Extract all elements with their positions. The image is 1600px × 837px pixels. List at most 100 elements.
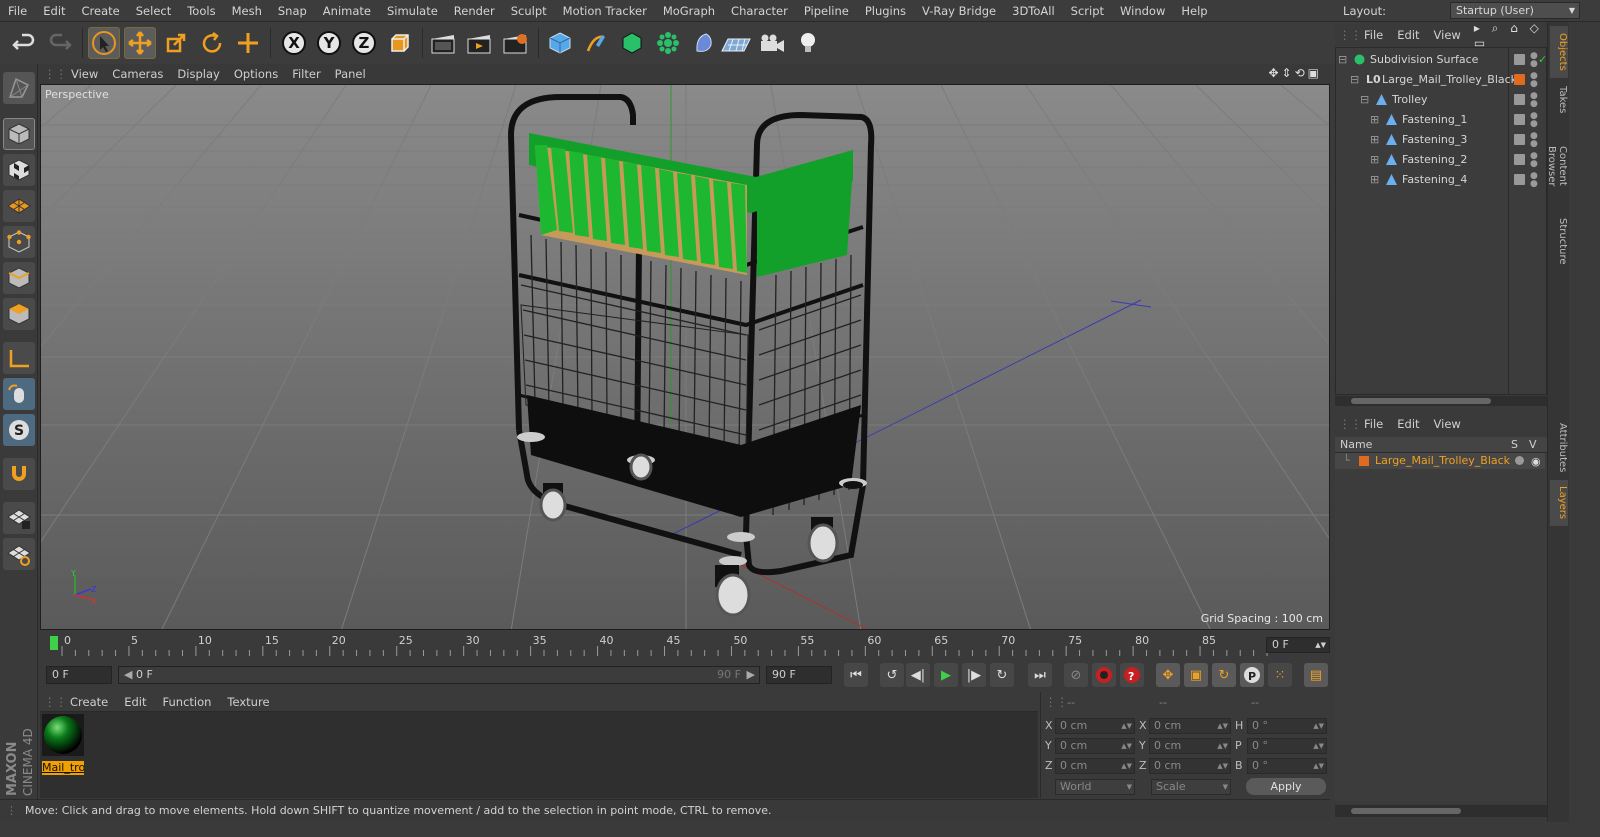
visibility-tag[interactable]: [1514, 94, 1525, 105]
model-mode-button[interactable]: [3, 118, 35, 150]
tweak-mode-button[interactable]: [3, 378, 35, 410]
menu-file[interactable]: File: [0, 0, 35, 22]
menu-mesh[interactable]: Mesh: [224, 0, 270, 22]
material-menu-texture[interactable]: Texture: [219, 695, 277, 709]
menu-simulate[interactable]: Simulate: [379, 0, 446, 22]
render-dots[interactable]: ● ●: [1530, 72, 1538, 89]
tab-structure[interactable]: Structure: [1550, 212, 1568, 270]
tree-expander[interactable]: ⊞: [1370, 130, 1379, 150]
redo-button[interactable]: [44, 27, 76, 59]
planar-workplane-button[interactable]: [3, 538, 35, 570]
next-key-button[interactable]: ↻: [990, 663, 1014, 687]
eye-icon[interactable]: ◉: [1531, 454, 1541, 470]
floor-button[interactable]: [720, 27, 752, 59]
play-button[interactable]: ▶: [934, 663, 958, 687]
visibility-tag[interactable]: [1514, 134, 1525, 145]
lock-y-axis-button[interactable]: Y: [313, 27, 345, 59]
make-editable-button[interactable]: [3, 72, 35, 104]
visibility-tag[interactable]: [1514, 174, 1525, 185]
size-x-field[interactable]: 0 cm ▲▼: [1149, 718, 1231, 734]
rot-p-field[interactable]: 0 ° ▲▼: [1247, 738, 1327, 754]
layer-menu-edit[interactable]: Edit: [1390, 417, 1426, 431]
lock-x-axis-button[interactable]: X: [278, 27, 310, 59]
viewport-menu-filter[interactable]: Filter: [285, 64, 327, 84]
menu-pipeline[interactable]: Pipeline: [796, 0, 857, 22]
key-parameter-button[interactable]: P: [1240, 663, 1264, 687]
object-menu-view[interactable]: View: [1427, 28, 1468, 42]
menu-plugins[interactable]: Plugins: [857, 0, 914, 22]
layer-col-visible[interactable]: V: [1529, 437, 1537, 453]
material-menu-create[interactable]: Create: [62, 695, 116, 709]
edges-mode-button[interactable]: [3, 262, 35, 294]
deformer-button[interactable]: [688, 27, 720, 59]
viewport-menu-panel[interactable]: Panel: [328, 64, 373, 84]
previous-frame-button[interactable]: ◀|: [906, 663, 930, 687]
next-frame-button[interactable]: |▶: [962, 663, 986, 687]
timeline-ruler[interactable]: 051015202530354045505560657075808590: [50, 632, 1270, 658]
points-mode-button[interactable]: [3, 226, 35, 258]
render-settings-button[interactable]: [500, 27, 532, 59]
menu-animate[interactable]: Animate: [315, 0, 379, 22]
render-dots[interactable]: ● ●: [1530, 132, 1538, 149]
tree-expander[interactable]: ⊟: [1338, 50, 1347, 70]
texture-mode-button[interactable]: [3, 154, 35, 186]
render-picture-viewer-button[interactable]: [464, 27, 496, 59]
pos-y-field[interactable]: 0 cm ▲▼: [1055, 738, 1135, 754]
viewport-menu-cameras[interactable]: Cameras: [105, 64, 170, 84]
key-scale-button[interactable]: ▣: [1184, 663, 1208, 687]
material-swatch[interactable]: Mail_tro: [42, 714, 84, 775]
light-button[interactable]: [792, 27, 824, 59]
move-tool-button[interactable]: [124, 27, 156, 59]
subdivision-button[interactable]: [616, 27, 648, 59]
layer-horizontal-scrollbar[interactable]: [1335, 805, 1547, 817]
check-icon[interactable]: ✓: [1538, 50, 1547, 70]
layer-color-tag[interactable]: [1514, 74, 1525, 85]
layer-row[interactable]: └ Large_Mail_Trolley_Black ◉: [1335, 453, 1545, 469]
3d-viewport[interactable]: Perspective Y Z X Grid Spacing : 100 cm: [40, 84, 1330, 630]
object-menu-edit[interactable]: Edit: [1390, 28, 1426, 42]
material-menu-edit[interactable]: Edit: [116, 695, 154, 709]
autokeying-button[interactable]: ?: [1120, 663, 1144, 687]
go-to-end-button[interactable]: ⏭: [1028, 663, 1052, 687]
viewport-nav-icons[interactable]: ✥⇕⟲▣: [1268, 66, 1322, 80]
record-active-objects-button[interactable]: [1092, 663, 1116, 687]
size-y-field[interactable]: 0 cm ▲▼: [1149, 738, 1231, 754]
layer-menu-view[interactable]: View: [1427, 417, 1468, 431]
tree-row-fastening-2[interactable]: ⊞ Fastening_2 ● ●: [1336, 150, 1546, 170]
magnet-button[interactable]: [3, 458, 35, 490]
camera-button[interactable]: [756, 27, 788, 59]
rotate-tool-button[interactable]: [196, 27, 228, 59]
scale-tool-button[interactable]: [160, 27, 192, 59]
render-dots[interactable]: ● ●: [1530, 152, 1538, 169]
visibility-tag[interactable]: [1514, 154, 1525, 165]
tree-expander[interactable]: ⊟: [1360, 90, 1369, 110]
tree-row-trolley[interactable]: ⊟ Trolley ● ●: [1336, 90, 1546, 110]
tree-expander[interactable]: ⊞: [1370, 150, 1379, 170]
material-menu-function[interactable]: Function: [155, 695, 220, 709]
record-disabled-button[interactable]: ⊘: [1064, 663, 1088, 687]
tree-row-subdivision-surface[interactable]: ⊟ Subdivision Surface ● ● ✓: [1336, 50, 1547, 70]
key-rotation-button[interactable]: ↻: [1212, 663, 1236, 687]
tab-content-browser[interactable]: Content Browser: [1546, 122, 1568, 210]
menu-create[interactable]: Create: [74, 0, 128, 22]
menu-motion-tracker[interactable]: Motion Tracker: [555, 0, 655, 22]
cloner-button[interactable]: [652, 27, 684, 59]
tree-row-fastening-4[interactable]: ⊞ Fastening_4 ● ●: [1336, 170, 1546, 190]
menu-tools[interactable]: Tools: [179, 0, 223, 22]
menu-select[interactable]: Select: [128, 0, 179, 22]
playhead-marker[interactable]: [50, 636, 58, 650]
pos-z-field[interactable]: 0 cm ▲▼: [1055, 758, 1135, 774]
coordinate-space-select[interactable]: World ▼: [1055, 779, 1135, 795]
tab-takes[interactable]: Takes: [1550, 80, 1568, 120]
tree-row-large-mail-trolley[interactable]: ⊟ L0 Large_Mail_Trolley_Black ● ●: [1336, 70, 1546, 90]
menu-vray-bridge[interactable]: V-Ray Bridge: [914, 0, 1004, 22]
solo-dot[interactable]: [1515, 456, 1524, 465]
tab-attributes[interactable]: Attributes: [1550, 418, 1568, 478]
coordinate-system-button[interactable]: [384, 27, 416, 59]
undo-button[interactable]: [8, 27, 40, 59]
workplane-mode-button[interactable]: [3, 190, 35, 222]
layer-color-swatch[interactable]: [1359, 456, 1369, 466]
menu-window[interactable]: Window: [1112, 0, 1173, 22]
go-to-start-button[interactable]: ⏮: [844, 663, 868, 687]
end-frame-field[interactable]: 90 F: [766, 666, 832, 684]
